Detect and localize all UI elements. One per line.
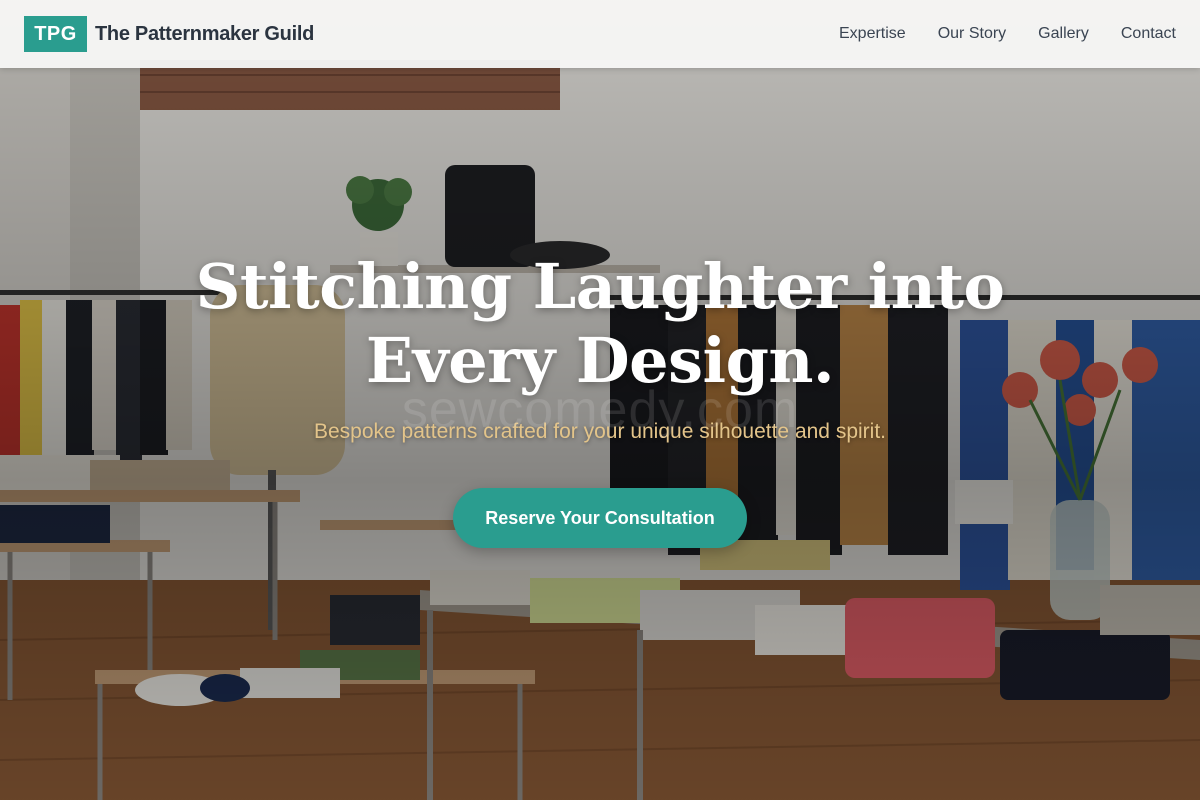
brand-monogram: TPG bbox=[24, 16, 87, 52]
nav-link-contact[interactable]: Contact bbox=[1121, 25, 1176, 43]
brand-name: The Patternmaker Guild bbox=[95, 22, 315, 45]
hero-subheading: Bespoke patterns crafted for your unique… bbox=[313, 420, 886, 443]
hero-headline: Stitching Laughter into Every Design. bbox=[0, 250, 1200, 398]
nav-link-our-story[interactable]: Our Story bbox=[938, 25, 1006, 43]
site-header: TPG The Patternmaker Guild Expertise Our… bbox=[0, 0, 1200, 68]
hero-headline-line-1: Stitching Laughter into bbox=[195, 250, 1005, 323]
brand-logo-link[interactable]: TPG The Patternmaker Guild bbox=[24, 16, 314, 52]
hero-headline-line-2: Every Design. bbox=[365, 324, 835, 397]
main-nav: Expertise Our Story Gallery Contact bbox=[839, 25, 1176, 43]
nav-link-gallery[interactable]: Gallery bbox=[1038, 25, 1089, 43]
hero-content: sewcomedy.com Stitching Laughter into Ev… bbox=[0, 250, 1200, 548]
reserve-consultation-button[interactable]: Reserve Your Consultation bbox=[453, 488, 747, 548]
nav-link-expertise[interactable]: Expertise bbox=[839, 25, 906, 43]
